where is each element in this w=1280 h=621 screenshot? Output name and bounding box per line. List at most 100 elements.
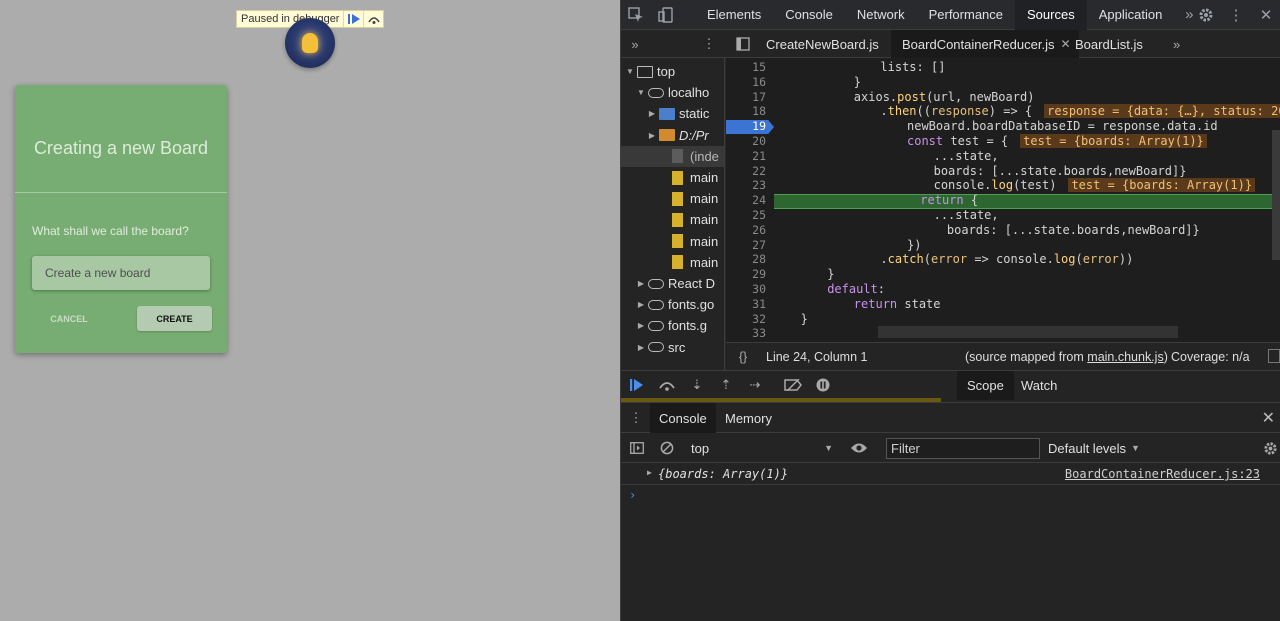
- paused-label: Paused in debugger: [241, 13, 340, 25]
- settings-gear-icon[interactable]: [1191, 0, 1221, 30]
- navigator-item[interactable]: ▶ fonts.go: [621, 294, 724, 315]
- step-icon[interactable]: ⇢: [741, 371, 769, 399]
- line-number[interactable]: 32: [726, 312, 766, 327]
- console-prompt[interactable]: ›: [629, 488, 636, 502]
- navigator-item[interactable]: (inde: [621, 145, 724, 167]
- navigator-item[interactable]: ▼ top: [621, 61, 724, 82]
- execution-context-select[interactable]: top ▼: [691, 439, 837, 457]
- show-console-sidebar-icon[interactable]: [623, 433, 651, 463]
- toggle-navigator-icon[interactable]: [729, 30, 757, 58]
- navigator-item[interactable]: ▼ localho: [621, 82, 724, 103]
- navigator-menu-icon[interactable]: ⋮: [699, 30, 719, 58]
- line-number[interactable]: 24: [726, 193, 766, 208]
- step-over-icon[interactable]: [363, 11, 383, 27]
- line-number[interactable]: 23: [726, 178, 766, 193]
- log-source-link[interactable]: BoardContainerReducer.js:23: [1065, 467, 1260, 481]
- line-number[interactable]: 26: [726, 223, 766, 238]
- navigator-item[interactable]: main: [621, 209, 724, 230]
- device-toolbar-icon[interactable]: [651, 0, 681, 30]
- line-number[interactable]: 18: [726, 104, 766, 119]
- close-devtools-icon[interactable]: ✕: [1251, 0, 1280, 30]
- line-number[interactable]: 21: [726, 149, 766, 164]
- expand-triangle-icon[interactable]: ▶: [647, 468, 652, 477]
- editor-horizontal-scrollbar[interactable]: [878, 326, 1178, 338]
- tab-application[interactable]: Application: [1087, 0, 1175, 30]
- expanded-triangle-icon[interactable]: ▼: [625, 67, 635, 76]
- line-number[interactable]: 20: [726, 134, 766, 149]
- line-number[interactable]: 30: [726, 282, 766, 297]
- resume-icon[interactable]: [343, 11, 363, 27]
- collapsed-triangle-icon[interactable]: ▶: [636, 300, 646, 309]
- log-levels-dropdown[interactable]: Default levels ▼: [1048, 439, 1140, 457]
- kebab-menu-icon[interactable]: ⋮: [1221, 0, 1251, 30]
- navigator-item[interactable]: ▶ D:/Pr: [621, 125, 724, 146]
- clear-console-icon[interactable]: [653, 433, 681, 463]
- line-number[interactable]: 15: [726, 60, 766, 75]
- tab-scope[interactable]: Scope: [957, 371, 1014, 400]
- step-into-icon[interactable]: ⇣: [683, 371, 711, 399]
- console-filter-input[interactable]: [886, 438, 1040, 459]
- coverage-toggle-icon[interactable]: [1268, 349, 1280, 363]
- step-over-icon[interactable]: [653, 371, 681, 399]
- tab-performance[interactable]: Performance: [917, 0, 1015, 30]
- file-tab-boardlist[interactable]: BoardList.js: [1067, 30, 1151, 58]
- line-number[interactable]: 29: [726, 267, 766, 282]
- line-number[interactable]: 25: [726, 208, 766, 223]
- navigator-item[interactable]: main: [621, 231, 724, 252]
- line-number[interactable]: 28: [726, 252, 766, 267]
- inspect-element-icon[interactable]: [621, 0, 651, 30]
- line-number[interactable]: 19: [726, 119, 766, 134]
- board-name-input[interactable]: [32, 256, 210, 290]
- close-drawer-icon[interactable]: ✕: [1262, 403, 1275, 433]
- step-out-icon[interactable]: ⇡: [712, 371, 740, 399]
- navigator-item[interactable]: ▶ React D: [621, 273, 724, 294]
- file-tab-boardcontainerreducer[interactable]: BoardContainerReducer.js ✕: [891, 30, 1079, 58]
- line-number[interactable]: 31: [726, 297, 766, 312]
- collapsed-triangle-icon[interactable]: ▶: [647, 131, 657, 140]
- file-tab-createnewboard[interactable]: CreateNewBoard.js: [757, 30, 888, 58]
- line-number[interactable]: 17: [726, 90, 766, 105]
- drawer-tab-console[interactable]: Console: [650, 403, 716, 433]
- code-editor[interactable]: 15 lists: [] 16} 17 axios.post(url, newBoard…: [726, 58, 1280, 342]
- expanded-triangle-icon[interactable]: ▼: [636, 88, 646, 97]
- navigator-item[interactable]: ▶ src: [621, 337, 724, 358]
- pretty-print-icon[interactable]: {}: [726, 350, 760, 364]
- source-map-link[interactable]: main.chunk.js: [1087, 350, 1163, 364]
- code-text: const test = {: [907, 134, 1009, 148]
- line-number[interactable]: 33: [726, 326, 766, 341]
- drawer-menu-icon[interactable]: ⋮: [629, 403, 643, 433]
- editor-vertical-scrollbar[interactable]: [1272, 130, 1280, 260]
- navigator-item[interactable]: main: [621, 167, 724, 188]
- collapsed-triangle-icon[interactable]: ▶: [636, 343, 646, 352]
- line-number[interactable]: 22: [726, 164, 766, 179]
- cancel-button[interactable]: CANCEL: [35, 307, 103, 331]
- navigator-item[interactable]: main: [621, 252, 724, 273]
- collapsed-triangle-icon[interactable]: ▶: [636, 279, 646, 288]
- collapsed-triangle-icon[interactable]: ▶: [636, 321, 646, 330]
- tab-watch[interactable]: Watch: [1011, 371, 1067, 400]
- deactivate-breakpoints-icon[interactable]: [779, 371, 807, 399]
- resume-script-icon[interactable]: [623, 371, 651, 399]
- code-line: ...state,: [774, 208, 999, 223]
- code-line: boards: [...state.boards,newBoard]}: [774, 223, 1200, 238]
- navigator-item[interactable]: ▶ fonts.g: [621, 315, 724, 336]
- file-tab-label: CreateNewBoard.js: [766, 36, 879, 52]
- folder-icon: [659, 129, 675, 142]
- console-log-entry[interactable]: ▶ {boards: Array(1)} BoardContainerReduc…: [621, 464, 1280, 485]
- live-expression-eye-icon[interactable]: [845, 433, 873, 463]
- tab-console[interactable]: Console: [773, 0, 845, 30]
- more-files-icon[interactable]: »: [1167, 30, 1186, 58]
- navigator-item[interactable]: main: [621, 188, 724, 209]
- drawer-tab-memory[interactable]: Memory: [716, 403, 781, 433]
- navigator-item[interactable]: ▶ static: [621, 103, 724, 124]
- tab-elements[interactable]: Elements: [695, 0, 773, 30]
- console-settings-gear-icon[interactable]: [1259, 433, 1280, 463]
- tab-sources[interactable]: Sources: [1015, 0, 1087, 30]
- tab-network[interactable]: Network: [845, 0, 917, 30]
- line-number[interactable]: 16: [726, 75, 766, 90]
- line-number[interactable]: 27: [726, 238, 766, 253]
- pause-on-exceptions-icon[interactable]: [809, 371, 837, 399]
- collapsed-triangle-icon[interactable]: ▶: [647, 109, 657, 118]
- create-button[interactable]: CREATE: [137, 306, 212, 331]
- navigator-more-icon[interactable]: »: [625, 30, 645, 58]
